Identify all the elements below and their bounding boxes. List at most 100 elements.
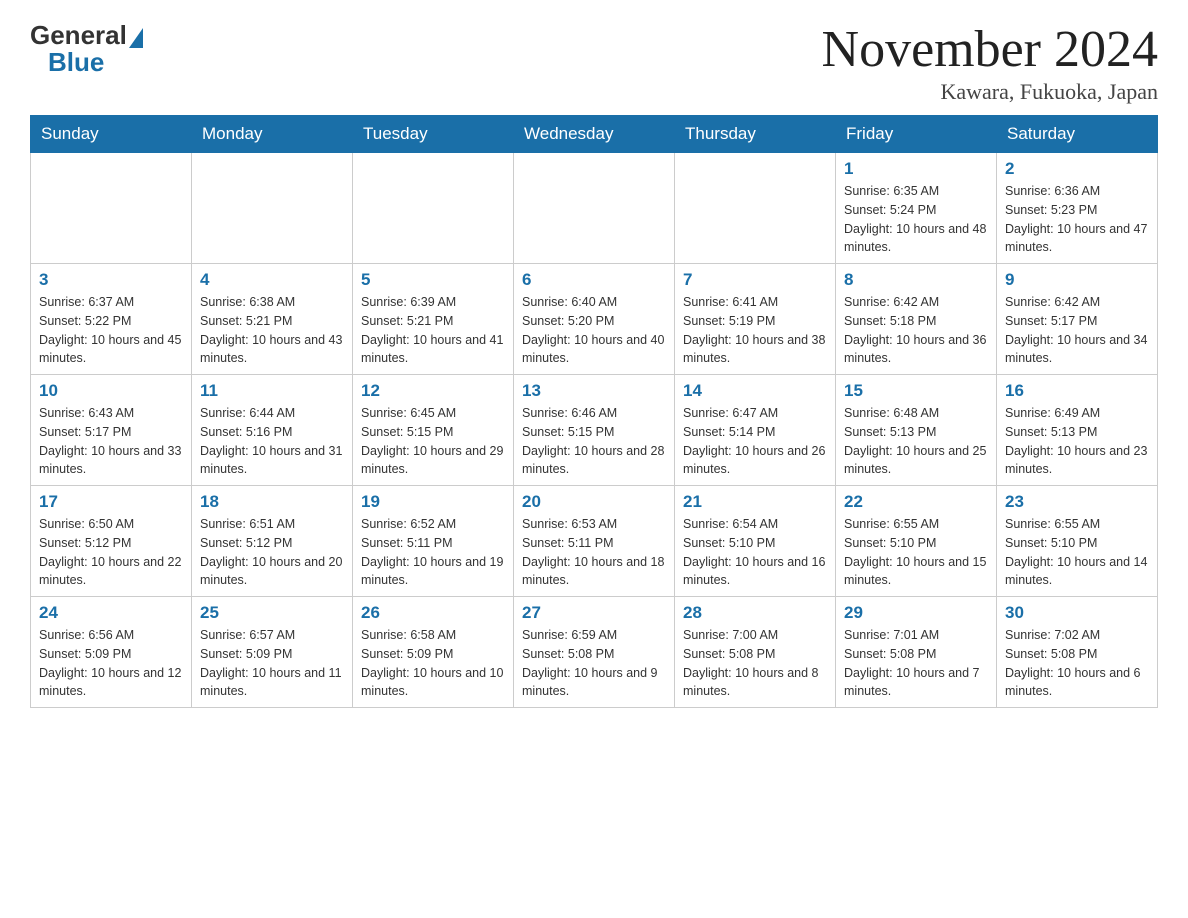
calendar-cell: 29 Sunrise: 7:01 AMSunset: 5:08 PMDayligh…: [836, 597, 997, 708]
calendar-cell: 2 Sunrise: 6:36 AMSunset: 5:23 PMDaylight…: [997, 153, 1158, 264]
day-info: Sunrise: 6:48 AMSunset: 5:13 PMDaylight:…: [844, 404, 988, 479]
day-info: Sunrise: 6:41 AMSunset: 5:19 PMDaylight:…: [683, 293, 827, 368]
calendar-cell: 11Sunrise: 6:44 AMSunset: 5:16 PMDayligh…: [192, 375, 353, 486]
weekday-header: Thursday: [675, 116, 836, 153]
day-number: 16: [1005, 381, 1149, 401]
calendar-cell: 21 Sunrise: 6:54 AMSunset: 5:10 PMDayligh…: [675, 486, 836, 597]
day-info: Sunrise: 6:55 AMSunset: 5:10 PMDaylight:…: [844, 515, 988, 590]
calendar-cell: [675, 153, 836, 264]
calendar-row: 1 Sunrise: 6:35 AMSunset: 5:24 PMDaylight…: [31, 153, 1158, 264]
weekday-header: Saturday: [997, 116, 1158, 153]
calendar-cell: 20 Sunrise: 6:53 AMSunset: 5:11 PMDayligh…: [514, 486, 675, 597]
calendar-table: SundayMondayTuesdayWednesdayThursdayFrid…: [30, 115, 1158, 708]
logo-triangle-icon: [129, 28, 143, 48]
title-section: November 2024 Kawara, Fukuoka, Japan: [822, 20, 1158, 105]
calendar-cell: 4 Sunrise: 6:38 AMSunset: 5:21 PMDaylight…: [192, 264, 353, 375]
calendar-cell: 3 Sunrise: 6:37 AMSunset: 5:22 PMDaylight…: [31, 264, 192, 375]
day-info: Sunrise: 6:46 AMSunset: 5:15 PMDaylight:…: [522, 404, 666, 479]
day-number: 28: [683, 603, 827, 623]
day-number: 20: [522, 492, 666, 512]
calendar-cell: 18Sunrise: 6:51 AMSunset: 5:12 PMDayligh…: [192, 486, 353, 597]
day-info: Sunrise: 6:45 AMSunset: 5:15 PMDaylight:…: [361, 404, 505, 479]
weekday-header: Wednesday: [514, 116, 675, 153]
day-number: 21: [683, 492, 827, 512]
day-number: 12: [361, 381, 505, 401]
calendar-cell: 6 Sunrise: 6:40 AMSunset: 5:20 PMDaylight…: [514, 264, 675, 375]
calendar-cell: 26 Sunrise: 6:58 AMSunset: 5:09 PMDayligh…: [353, 597, 514, 708]
day-info: Sunrise: 6:47 AMSunset: 5:14 PMDaylight:…: [683, 404, 827, 479]
day-number: 9: [1005, 270, 1149, 290]
day-number: 7: [683, 270, 827, 290]
day-number: 24: [39, 603, 183, 623]
calendar-cell: 5 Sunrise: 6:39 AMSunset: 5:21 PMDaylight…: [353, 264, 514, 375]
weekday-header: Tuesday: [353, 116, 514, 153]
calendar-cell: 10 Sunrise: 6:43 AMSunset: 5:17 PMDayligh…: [31, 375, 192, 486]
day-number: 10: [39, 381, 183, 401]
calendar-cell: 23Sunrise: 6:55 AMSunset: 5:10 PMDayligh…: [997, 486, 1158, 597]
day-number: 1: [844, 159, 988, 179]
calendar-cell: 17 Sunrise: 6:50 AMSunset: 5:12 PMDayligh…: [31, 486, 192, 597]
weekday-header: Friday: [836, 116, 997, 153]
day-info: Sunrise: 6:36 AMSunset: 5:23 PMDaylight:…: [1005, 182, 1149, 257]
day-info: Sunrise: 6:38 AMSunset: 5:21 PMDaylight:…: [200, 293, 344, 368]
calendar-cell: [192, 153, 353, 264]
day-info: Sunrise: 6:50 AMSunset: 5:12 PMDaylight:…: [39, 515, 183, 590]
day-info: Sunrise: 6:37 AMSunset: 5:22 PMDaylight:…: [39, 293, 183, 368]
calendar-cell: 12 Sunrise: 6:45 AMSunset: 5:15 PMDayligh…: [353, 375, 514, 486]
day-number: 15: [844, 381, 988, 401]
calendar-row: 24 Sunrise: 6:56 AMSunset: 5:09 PMDayligh…: [31, 597, 1158, 708]
day-info: Sunrise: 6:39 AMSunset: 5:21 PMDaylight:…: [361, 293, 505, 368]
day-info: Sunrise: 7:01 AMSunset: 5:08 PMDaylight:…: [844, 626, 988, 701]
calendar-cell: 24 Sunrise: 6:56 AMSunset: 5:09 PMDayligh…: [31, 597, 192, 708]
calendar-cell: 22 Sunrise: 6:55 AMSunset: 5:10 PMDayligh…: [836, 486, 997, 597]
day-info: Sunrise: 6:58 AMSunset: 5:09 PMDaylight:…: [361, 626, 505, 701]
day-number: 5: [361, 270, 505, 290]
day-info: Sunrise: 6:42 AMSunset: 5:17 PMDaylight:…: [1005, 293, 1149, 368]
day-number: 23: [1005, 492, 1149, 512]
day-number: 3: [39, 270, 183, 290]
day-number: 2: [1005, 159, 1149, 179]
calendar-cell: 13 Sunrise: 6:46 AMSunset: 5:15 PMDayligh…: [514, 375, 675, 486]
calendar-cell: 27 Sunrise: 6:59 AMSunset: 5:08 PMDayligh…: [514, 597, 675, 708]
day-number: 14: [683, 381, 827, 401]
day-info: Sunrise: 6:53 AMSunset: 5:11 PMDaylight:…: [522, 515, 666, 590]
day-info: Sunrise: 6:35 AMSunset: 5:24 PMDaylight:…: [844, 182, 988, 257]
day-info: Sunrise: 6:40 AMSunset: 5:20 PMDaylight:…: [522, 293, 666, 368]
day-info: Sunrise: 6:42 AMSunset: 5:18 PMDaylight:…: [844, 293, 988, 368]
day-number: 27: [522, 603, 666, 623]
calendar-cell: 19Sunrise: 6:52 AMSunset: 5:11 PMDayligh…: [353, 486, 514, 597]
day-info: Sunrise: 7:00 AMSunset: 5:08 PMDaylight:…: [683, 626, 827, 701]
day-number: 22: [844, 492, 988, 512]
day-info: Sunrise: 6:56 AMSunset: 5:09 PMDaylight:…: [39, 626, 183, 701]
logo-blue-text: Blue: [48, 47, 104, 78]
day-info: Sunrise: 6:54 AMSunset: 5:10 PMDaylight:…: [683, 515, 827, 590]
calendar-row: 10 Sunrise: 6:43 AMSunset: 5:17 PMDayligh…: [31, 375, 1158, 486]
calendar-header-row: SundayMondayTuesdayWednesdayThursdayFrid…: [31, 116, 1158, 153]
calendar-cell: 7 Sunrise: 6:41 AMSunset: 5:19 PMDaylight…: [675, 264, 836, 375]
calendar-cell: 16 Sunrise: 6:49 AMSunset: 5:13 PMDayligh…: [997, 375, 1158, 486]
day-number: 6: [522, 270, 666, 290]
calendar-cell: 9 Sunrise: 6:42 AMSunset: 5:17 PMDaylight…: [997, 264, 1158, 375]
calendar-cell: [353, 153, 514, 264]
day-number: 17: [39, 492, 183, 512]
weekday-header: Sunday: [31, 116, 192, 153]
day-info: Sunrise: 6:59 AMSunset: 5:08 PMDaylight:…: [522, 626, 666, 701]
day-info: Sunrise: 6:57 AMSunset: 5:09 PMDaylight:…: [200, 626, 344, 701]
calendar-row: 3 Sunrise: 6:37 AMSunset: 5:22 PMDaylight…: [31, 264, 1158, 375]
weekday-header: Monday: [192, 116, 353, 153]
calendar-cell: 1 Sunrise: 6:35 AMSunset: 5:24 PMDaylight…: [836, 153, 997, 264]
day-number: 4: [200, 270, 344, 290]
calendar-cell: 15 Sunrise: 6:48 AMSunset: 5:13 PMDayligh…: [836, 375, 997, 486]
day-number: 25: [200, 603, 344, 623]
day-number: 18: [200, 492, 344, 512]
day-info: Sunrise: 6:43 AMSunset: 5:17 PMDaylight:…: [39, 404, 183, 479]
day-number: 26: [361, 603, 505, 623]
day-number: 13: [522, 381, 666, 401]
day-number: 30: [1005, 603, 1149, 623]
day-info: Sunrise: 6:44 AMSunset: 5:16 PMDaylight:…: [200, 404, 344, 479]
calendar-cell: 25 Sunrise: 6:57 AMSunset: 5:09 PMDayligh…: [192, 597, 353, 708]
day-info: Sunrise: 6:49 AMSunset: 5:13 PMDaylight:…: [1005, 404, 1149, 479]
calendar-row: 17 Sunrise: 6:50 AMSunset: 5:12 PMDayligh…: [31, 486, 1158, 597]
day-number: 29: [844, 603, 988, 623]
page-header: General Blue November 2024 Kawara, Fukuo…: [30, 20, 1158, 105]
